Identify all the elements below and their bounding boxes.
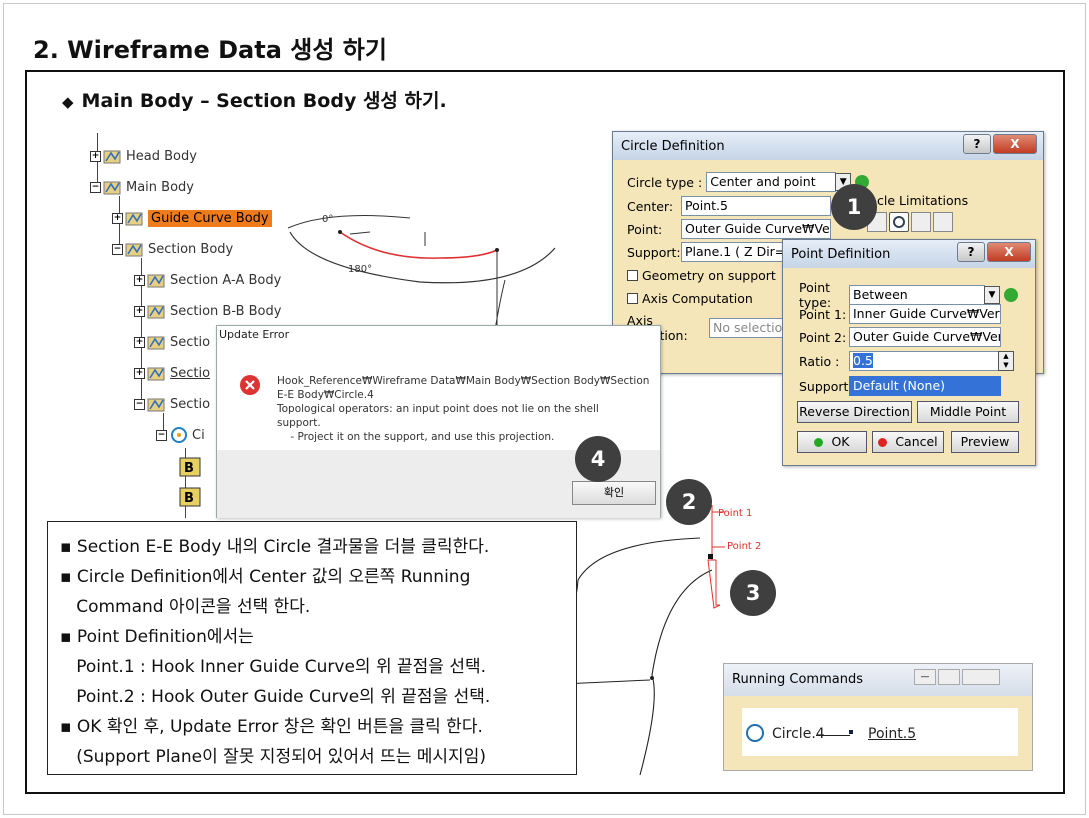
support-label: Support: bbox=[627, 244, 681, 260]
running-command-icon[interactable] bbox=[1004, 288, 1018, 302]
support-field[interactable]: Default (None) bbox=[849, 376, 1001, 396]
point-definition-titlebar: Point Definition ? X bbox=[783, 240, 1035, 268]
close-button[interactable] bbox=[962, 669, 1000, 685]
step-badge-2: 2 bbox=[666, 479, 712, 525]
preview-button[interactable]: Preview bbox=[951, 431, 1019, 453]
point1-label: Point 1: bbox=[799, 306, 847, 322]
step-badge-3: 3 bbox=[730, 570, 776, 616]
ratio-label: Ratio : bbox=[799, 353, 840, 369]
axis-computation-checkbox[interactable] bbox=[627, 293, 638, 304]
point-1-label: Point 1 bbox=[718, 508, 752, 519]
help-button[interactable]: ? bbox=[957, 242, 985, 262]
ratio-field[interactable]: 0.5 bbox=[849, 351, 999, 371]
circle-limitations-label: cle Limitations bbox=[877, 193, 969, 208]
support-field[interactable]: Plane.1 ( Z Dir=60 bbox=[681, 242, 785, 262]
error-icon bbox=[240, 375, 260, 395]
circle-icon bbox=[746, 724, 764, 742]
ok-icon bbox=[814, 438, 824, 447]
step-badge-4: 4 bbox=[575, 436, 621, 482]
axis-direction-field[interactable]: No selection bbox=[709, 318, 783, 338]
step-badge-1: 1 bbox=[831, 184, 877, 230]
instruction-line: Point.1 : Hook Inner Guide Curve의 위 끝점을 … bbox=[60, 657, 486, 677]
geometry-on-support-label: Geometry on support bbox=[642, 268, 776, 283]
maximize-button[interactable] bbox=[938, 669, 960, 685]
circle-limitation-buttons bbox=[867, 212, 953, 232]
update-error-title: Update Error bbox=[219, 328, 290, 341]
update-error-dialog: Update Error Hook_Reference₩Wireframe Da… bbox=[216, 325, 661, 518]
reverse-direction-button[interactable]: Reverse Direction bbox=[797, 401, 912, 423]
point-2-label: Point 2 bbox=[727, 541, 761, 552]
geometry-on-support-checkbox[interactable] bbox=[627, 270, 638, 281]
instruction-line: Point.2 : Hook Outer Guide Curve의 위 끝점을 … bbox=[60, 687, 491, 707]
running-commands-window: Running Commands — Circle.4 Point.5 bbox=[723, 663, 1033, 771]
point2-field[interactable]: Outer Guide Curve₩Vertex bbox=[849, 327, 1001, 347]
cancel-icon bbox=[878, 438, 888, 447]
circle-definition-titlebar: Circle Definition ? X bbox=[613, 132, 1043, 160]
point-type-select[interactable]: Between bbox=[849, 285, 985, 305]
ratio-spinner[interactable]: ▲ ▼ bbox=[998, 351, 1014, 371]
confirm-button[interactable]: 확인 bbox=[572, 481, 656, 505]
middle-point-button[interactable]: Middle Point bbox=[917, 401, 1019, 423]
instruction-line: Command 아이콘을 선택 한다. bbox=[60, 597, 311, 617]
point-field[interactable]: Outer Guide Curve₩Verte: bbox=[681, 219, 831, 239]
axis-computation-label: Axis Computation bbox=[642, 291, 753, 306]
circle-type-label: Circle type : bbox=[627, 174, 703, 190]
help-button[interactable]: ? bbox=[963, 134, 991, 154]
close-button[interactable]: X bbox=[987, 242, 1031, 262]
running-commands-list: Circle.4 Point.5 bbox=[742, 708, 1018, 756]
support-label: Support: bbox=[799, 378, 853, 394]
point-definition-dialog: Point Definition ? X Point type: Between ▼… bbox=[782, 239, 1036, 466]
center-label: Center: bbox=[627, 198, 674, 214]
window-controls: — bbox=[914, 669, 1000, 685]
point1-field[interactable]: Inner Guide Curve₩Vertex bbox=[849, 304, 1001, 324]
instruction-line: ▪ OK 확인 후, Update Error 창은 확인 버튼을 클릭 한다. bbox=[60, 717, 483, 737]
update-error-message: Hook_Reference₩Wireframe Data₩Main Body₩… bbox=[277, 375, 650, 443]
instruction-box: ▪ Section E-E Body 내의 Circle 결과물을 더블 클릭한… bbox=[47, 521, 577, 775]
complement-arc-icon[interactable] bbox=[933, 212, 953, 232]
point-icon bbox=[849, 730, 853, 734]
running-command-circle[interactable]: Circle.4 bbox=[772, 726, 825, 742]
instruction-line: ▪ Section E-E Body 내의 Circle 결과물을 더블 클릭한… bbox=[60, 537, 490, 557]
trim-arc-icon[interactable] bbox=[911, 212, 931, 232]
close-button[interactable]: X bbox=[993, 134, 1037, 154]
point2-label: Point 2: bbox=[799, 329, 847, 345]
command-connector bbox=[816, 735, 850, 736]
instruction-line: (Support Plane이 잘못 지정되어 있어서 뜨는 메시지임) bbox=[60, 747, 486, 767]
instruction-line: ▪ Circle Definition에서 Center 값의 오른쪽 Runn… bbox=[60, 567, 471, 587]
angle-180-label: 180° bbox=[348, 264, 372, 275]
full-circle-icon[interactable] bbox=[889, 212, 909, 232]
running-command-point[interactable]: Point.5 bbox=[868, 726, 916, 742]
minimize-button[interactable]: — bbox=[914, 669, 936, 685]
instruction-line: ▪ Point Definition에서는 bbox=[60, 627, 254, 647]
point-label: Point: bbox=[627, 221, 663, 237]
ok-button[interactable]: OK bbox=[797, 431, 867, 453]
circle-type-select[interactable]: Center and point bbox=[706, 172, 837, 192]
cancel-button[interactable]: Cancel bbox=[872, 431, 944, 453]
angle-0-label: 0° bbox=[322, 214, 333, 225]
chevron-down-icon[interactable]: ▼ bbox=[984, 286, 1000, 304]
center-field[interactable]: Point.5 bbox=[681, 196, 831, 216]
